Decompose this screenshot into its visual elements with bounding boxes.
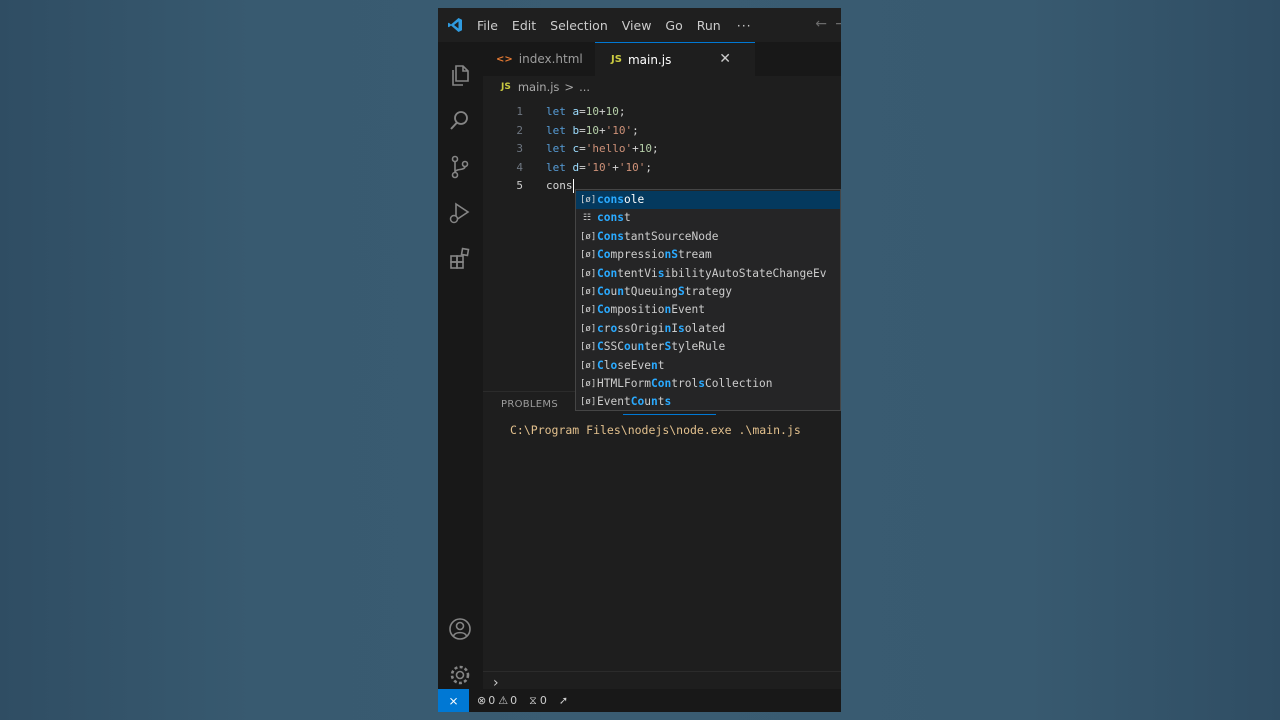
variable-icon: [ø] [580,397,597,408]
breadcrumb: JS main.js > ... [501,80,590,94]
warning-icon: ⚠ [498,694,509,707]
activity-bar [438,42,483,694]
suggestion-label: CloseEvent [597,358,665,372]
menu-edit[interactable]: Edit [512,18,536,33]
menu-view[interactable]: View [622,18,652,33]
suggestion-label: CompressionStream [597,248,712,262]
variable-icon: [ø] [580,250,597,261]
suggestion-label: CSSCounterStyleRule [597,340,726,354]
variable-icon: [ø] [580,268,597,279]
ports-icon: ⧖ [529,693,537,707]
variable-icon: [ø] [580,342,597,353]
suggestion-item[interactable]: ☷ const [576,209,840,227]
code-line[interactable]: 1 let a=10+10; [483,105,841,123]
code-text: let d='10'+'10'; [546,160,652,174]
code-text: let a=10+10; [546,105,626,118]
close-icon[interactable]: ✕ [719,51,731,67]
html-file-icon: <> [496,53,513,65]
code-text: let c='hello'+10; [546,142,659,155]
suggestion-label: ConstantSourceNode [597,229,719,243]
back-arrow-icon[interactable]: ← [815,16,827,32]
active-panel-tab-indicator [623,414,716,415]
problems-status[interactable]: ⊗ 0 ⚠ 0 [477,694,517,707]
variable-icon: [ø] [580,360,597,371]
suggestion-item[interactable]: [ø] HTMLFormControlsCollection [576,375,840,393]
line-number: 5 [516,179,523,192]
menu-selection[interactable]: Selection [550,18,608,33]
breadcrumb-file[interactable]: main.js [518,80,560,94]
warning-count: 0 [510,694,518,707]
suggestion-item[interactable]: [ø] EventCounts [576,393,840,410]
suggestion-label: ContentVisibilityAutoStateChangeEv [597,266,827,280]
variable-icon: [ø] [580,231,597,242]
vscode-logo-icon [448,18,462,32]
status-bar: ⨯ ⊗ 0 ⚠ 0 ⧖ 0 ➚ [438,689,841,712]
suggestion-item[interactable]: [ø] ContentVisibilityAutoStateChangeEv [576,265,840,283]
ports-status[interactable]: ⧖ 0 [529,694,547,708]
error-count: 0 [488,694,496,707]
variable-icon: [ø] [580,379,597,389]
error-icon: ⊗ [477,694,487,707]
line-number: 2 [516,123,523,137]
remote-icon[interactable]: ⨯ [438,689,469,712]
suggestion-item[interactable]: [ø] CSSCounterStyleRule [576,338,840,356]
variable-icon: [ø] [580,323,597,334]
source-control-icon[interactable] [447,154,473,180]
suggestion-item[interactable]: [ø] crossOriginIsolated [576,320,840,338]
code-line[interactable]: 3 let c='hello'+10; [483,142,841,160]
tab-main-js[interactable]: JS main.js ✕ [595,42,755,76]
settings-gear-icon[interactable] [447,662,473,688]
search-icon[interactable] [447,108,473,134]
variable-icon: [ø] [580,305,597,316]
forward-arrow-icon[interactable]: → [835,16,841,32]
suggestion-label: const [597,211,631,225]
suggestion-item[interactable]: [ø] CloseEvent [576,357,840,375]
tab-index-html[interactable]: <> index.html [483,42,595,76]
terminal-output: C:\Program Files\nodejs\node.exe .\main.… [510,423,801,437]
code-line[interactable]: 2 let b=10+'10'; [483,124,841,142]
suggestion-item[interactable]: [ø] CompositionEvent [576,301,840,319]
js-file-icon: JS [501,82,511,92]
tab-label: index.html [518,52,583,66]
run-debug-icon[interactable] [447,200,473,226]
tab-label: main.js [627,52,672,67]
menu-file[interactable]: File [477,18,498,33]
menu-bar: File Edit Selection View Go Run ··· ← → [438,8,841,42]
editor-tabs: <> index.html JS main.js ✕ [483,42,841,76]
breadcrumb-separator: > [564,80,575,94]
suggestion-item[interactable]: [ø] CountQueuingStrategy [576,283,840,301]
breadcrumb-rest[interactable]: ... [579,80,590,94]
menu-more-button[interactable]: ··· [737,18,752,33]
suggestion-label: HTMLFormControlsCollection [597,377,773,390]
code-text: let b=10+'10'; [546,123,639,137]
suggestion-label: CompositionEvent [597,303,705,317]
variable-icon: [ø] [580,287,597,297]
account-icon[interactable] [447,616,473,642]
suggestion-item[interactable]: [ø] console [576,191,840,209]
js-file-icon: JS [611,54,622,65]
suggestion-label: console [597,193,645,206]
text-cursor [572,179,574,193]
line-number: 4 [516,160,523,174]
code-text: cons [546,179,574,193]
ports-count: 0 [539,694,547,707]
panel-tab-problems[interactable]: PROBLEMS [501,399,558,410]
suggestion-item[interactable]: [ø] CompressionStream [576,246,840,264]
line-number: 1 [516,105,523,118]
variable-icon: [ø] [580,195,597,205]
suggestion-label: EventCounts [597,395,672,409]
suggestion-item[interactable]: [ø] ConstantSourceNode [576,228,840,246]
code-line[interactable]: 4 let d='10'+'10'; [483,161,841,179]
explorer-icon[interactable] [447,62,473,88]
extensions-icon[interactable] [447,246,473,272]
panel-divider [483,671,841,672]
autocomplete-suggestions: [ø] console ☷ const [ø] ConstantSourceNode [ø]… [575,189,841,411]
menu-go[interactable]: Go [665,18,682,33]
suggestion-label: CountQueuingStrategy [597,285,732,298]
menu-run[interactable]: Run [697,18,721,33]
line-number: 3 [516,142,523,155]
snippet-icon: ☷ [582,213,592,224]
live-share-icon[interactable]: ➚ [559,694,568,707]
suggestion-label: crossOriginIsolated [597,321,726,335]
